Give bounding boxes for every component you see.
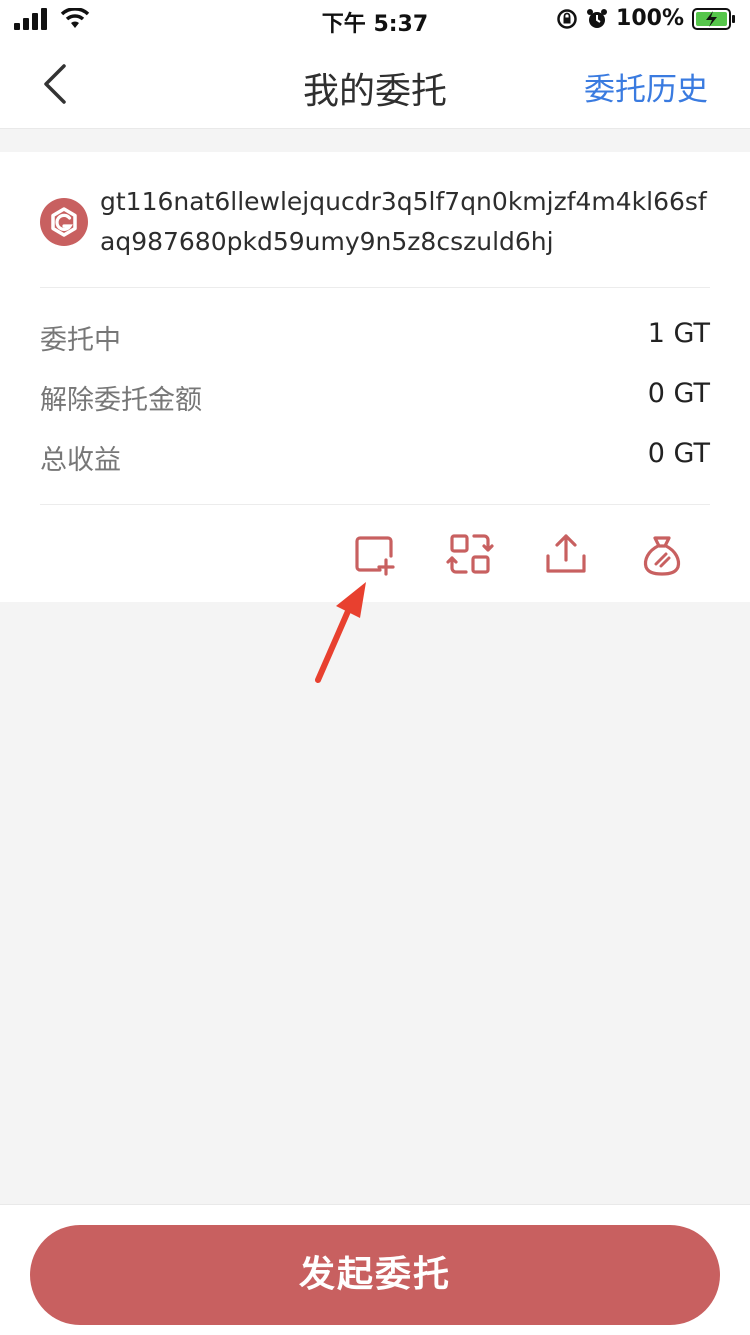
divider: [40, 504, 710, 505]
rotation-lock-icon: [557, 8, 577, 29]
status-right: 100%: [556, 6, 736, 31]
pointer-arrow-icon: [315, 582, 366, 683]
redelegate-icon[interactable]: [446, 530, 494, 578]
stat-value: 1 GT: [647, 318, 710, 349]
divider: [40, 287, 710, 288]
alarm-icon: [587, 8, 608, 28]
node-logo-icon: [40, 198, 88, 246]
delegation-history-link[interactable]: 委托历史: [584, 64, 708, 109]
undelegate-icon[interactable]: [542, 530, 590, 578]
node-address: gt116nat6llewlejqucdr3q5lf7qn0kmjzf4m4kl…: [100, 187, 707, 256]
stat-label: 委托中: [40, 325, 121, 356]
status-bar: 下午 5:37 100%: [0, 0, 750, 40]
stat-value: 0 GT: [647, 378, 710, 409]
add-delegation-icon[interactable]: [350, 530, 398, 578]
battery-percent: 100%: [616, 6, 684, 31]
claim-rewards-icon[interactable]: [638, 530, 686, 578]
bottom-bar: 发起委托: [0, 1204, 750, 1335]
nav-bar: 我的委托 委托历史: [0, 40, 750, 129]
stat-row-delegating: 委托中 1 GT: [40, 318, 710, 358]
delegation-card: gt116nat6llewlejqucdr3q5lf7qn0kmjzf4m4kl…: [0, 152, 750, 602]
stat-label: 解除委托金额: [40, 385, 202, 416]
stat-value: 0 GT: [647, 438, 710, 469]
stat-row-undelegated-amount: 解除委托金额 0 GT: [40, 378, 710, 418]
stat-label: 总收益: [40, 445, 121, 476]
start-delegation-button[interactable]: 发起委托: [30, 1225, 720, 1325]
stat-row-total-rewards: 总收益 0 GT: [40, 438, 710, 478]
battery-charging-icon: [692, 7, 735, 30]
